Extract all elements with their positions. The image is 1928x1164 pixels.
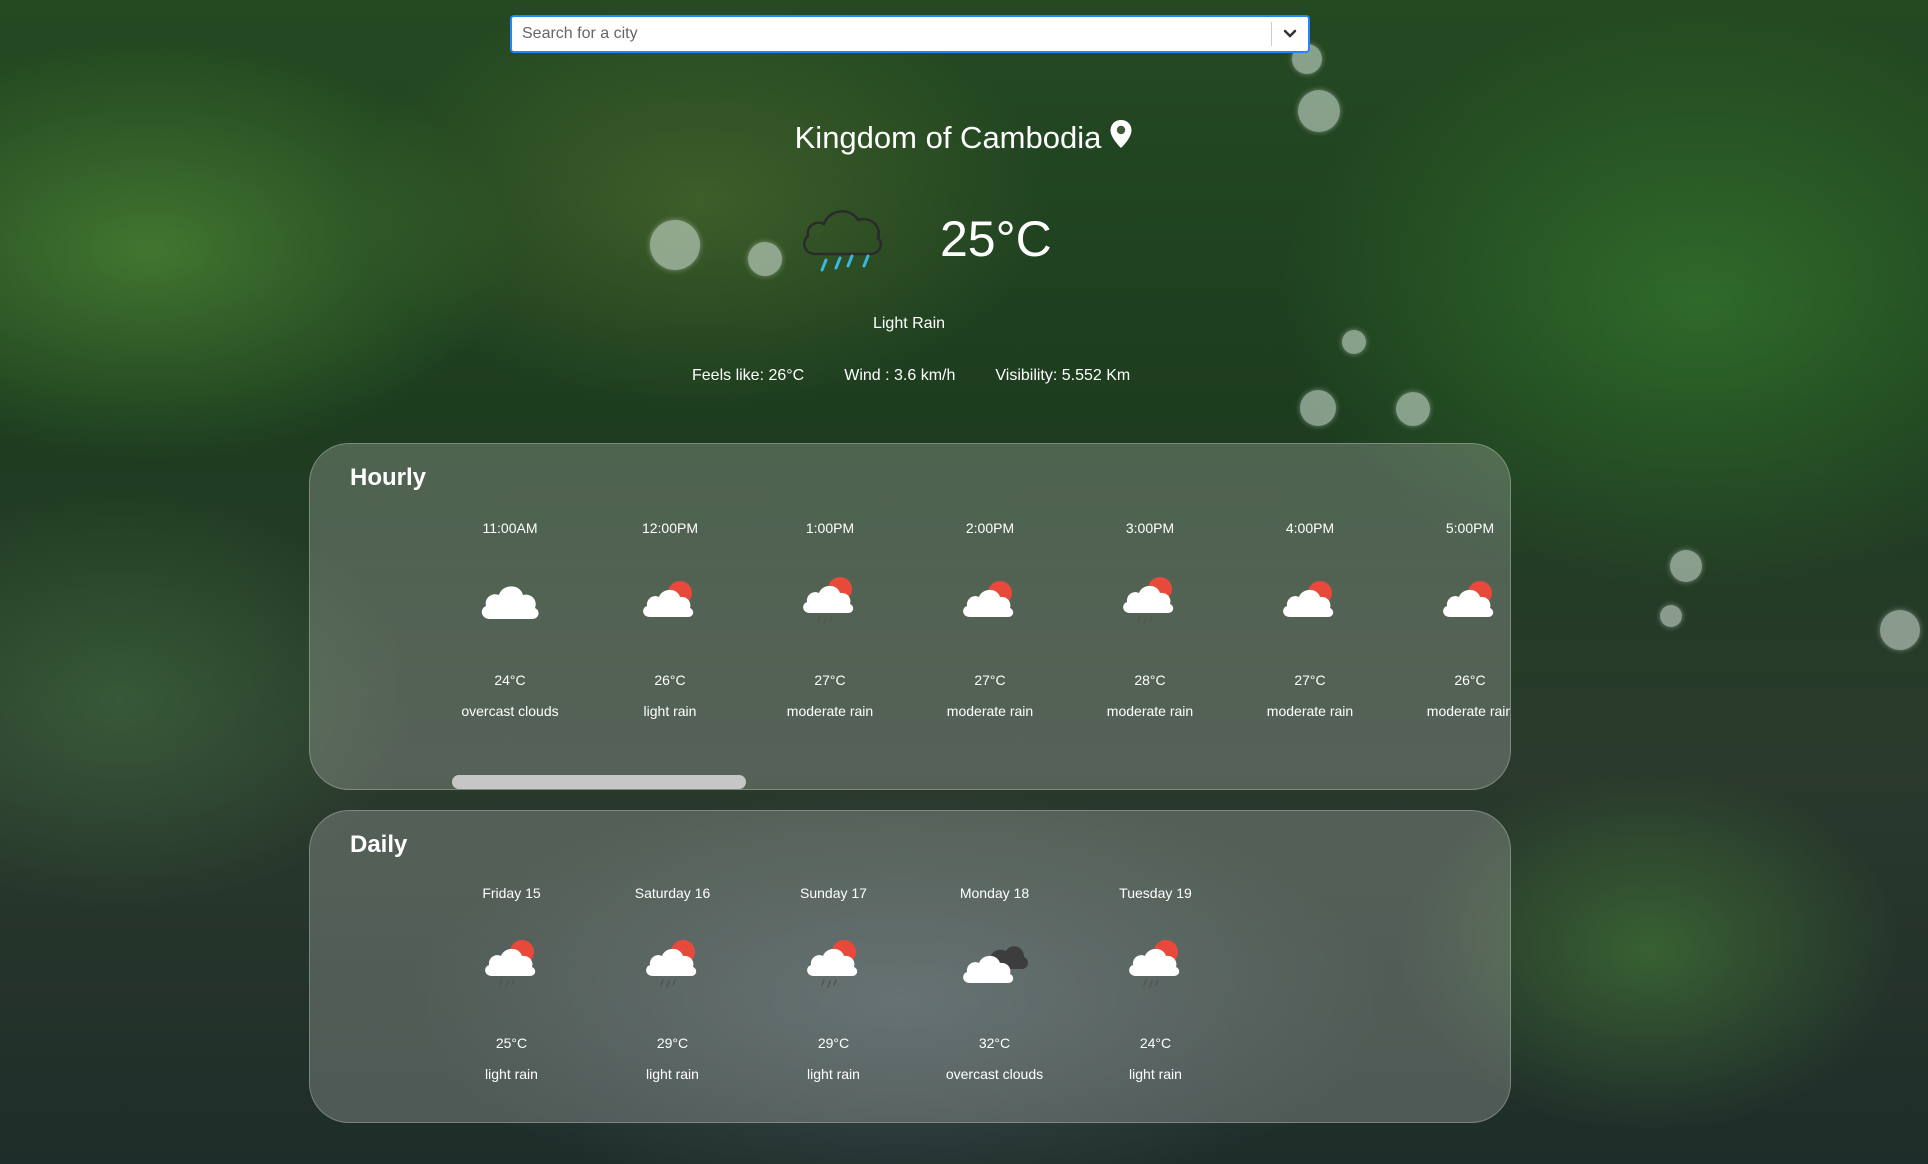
daily-desc: light rain	[1129, 1066, 1182, 1082]
hourly-item: 1:00PM 27°C moderate rain	[750, 518, 910, 720]
hourly-desc: light rain	[643, 703, 697, 719]
dark-clouds-icon	[914, 901, 1075, 1027]
cloud-icon	[430, 538, 590, 664]
hourly-time: 2:00PM	[965, 520, 1015, 536]
background-droplet	[1660, 605, 1682, 627]
hourly-desc: moderate rain	[1266, 703, 1354, 719]
daily-temp: 29°C	[817, 1035, 850, 1051]
hourly-time: 3:00PM	[1125, 520, 1175, 536]
wind-speed: Wind : 3.6 km/h	[844, 367, 956, 384]
hourly-time: 5:00PM	[1445, 520, 1495, 536]
sun-cloud-rain-icon	[750, 538, 910, 664]
daily-item: Tuesday 19 24°C light rain	[1075, 885, 1236, 1083]
daily-day: Monday 18	[959, 885, 1030, 901]
hourly-item: 2:00PM 27°C moderate rain	[910, 518, 1070, 720]
hourly-forecast-card: Hourly 11:00AM 24°C overcast clouds 12:0…	[309, 443, 1511, 790]
sun-cloud-rain-icon	[1075, 901, 1236, 1027]
sun-cloud-icon	[590, 538, 750, 664]
hourly-desc: overcast clouds	[461, 703, 559, 719]
daily-day: Tuesday 19	[1119, 885, 1192, 901]
visibility: Visibility: 5.552 Km	[995, 367, 1131, 384]
search-input[interactable]	[512, 17, 1271, 51]
current-stats: Feels like: 26°C Wind : 3.6 km/h Visibil…	[692, 367, 1130, 385]
sun-cloud-rain-icon	[753, 901, 914, 1027]
daily-list: Friday 15 25°C light rain Saturday 16 29…	[431, 885, 1236, 1083]
sun-cloud-icon	[910, 538, 1070, 664]
hourly-temp: 27°C	[974, 672, 1006, 688]
background-droplet	[748, 242, 782, 276]
hourly-desc: moderate rain	[786, 703, 874, 719]
sun-cloud-icon	[1230, 538, 1390, 664]
daily-item: Sunday 17 29°C light rain	[753, 885, 914, 1083]
hourly-temp: 24°C	[494, 672, 526, 688]
hourly-item: 11:00AM 24°C overcast clouds	[430, 518, 590, 720]
hourly-temp: 28°C	[1134, 672, 1166, 688]
map-pin-icon	[1109, 119, 1133, 157]
daily-temp: 25°C	[495, 1035, 528, 1051]
hourly-temp: 27°C	[1294, 672, 1326, 688]
hourly-desc: moderate rain	[1106, 703, 1194, 719]
rain-cloud-icon	[798, 196, 886, 281]
background-droplet	[1342, 330, 1366, 354]
daily-temp: 24°C	[1139, 1035, 1172, 1051]
sun-cloud-rain-icon	[431, 901, 592, 1027]
location-title: Kingdom of Cambodia	[0, 118, 1928, 157]
daily-forecast-card: Daily Friday 15 25°C light rain Saturday…	[309, 810, 1511, 1123]
hourly-desc: moderate rain	[1426, 703, 1511, 719]
chevron-down-icon[interactable]	[1272, 17, 1308, 51]
hourly-item: 3:00PM 28°C moderate rain	[1070, 518, 1230, 720]
hourly-item: 12:00PM 26°C light rain	[590, 518, 750, 720]
daily-title: Daily	[350, 831, 408, 858]
hourly-temp: 26°C	[1454, 672, 1486, 688]
sun-cloud-icon	[1390, 538, 1510, 664]
background-droplet	[1670, 550, 1702, 582]
daily-desc: light rain	[646, 1066, 699, 1082]
daily-day: Saturday 16	[634, 885, 711, 901]
daily-temp: 32°C	[978, 1035, 1011, 1051]
current-description: Light Rain	[872, 315, 946, 332]
feels-like: Feels like: 26°C	[692, 367, 805, 384]
daily-item: Saturday 16 29°C light rain	[592, 885, 753, 1083]
sun-cloud-rain-icon	[1070, 538, 1230, 664]
hourly-time: 4:00PM	[1285, 520, 1335, 536]
hourly-title: Hourly	[350, 464, 427, 491]
background-droplet	[1396, 392, 1430, 426]
hourly-item: 5:00PM 26°C moderate rain	[1390, 518, 1511, 720]
hourly-temp: 26°C	[654, 672, 686, 688]
location-name: Kingdom of Cambodia	[794, 119, 1102, 155]
background-droplet	[650, 220, 700, 270]
hourly-time: 11:00AM	[482, 520, 538, 536]
daily-item: Friday 15 25°C light rain	[431, 885, 592, 1083]
background-droplet	[1880, 610, 1920, 650]
daily-desc: overcast clouds	[945, 1066, 1044, 1082]
sun-cloud-rain-icon	[592, 901, 753, 1027]
hourly-desc: moderate rain	[946, 703, 1034, 719]
hourly-time: 1:00PM	[805, 520, 855, 536]
current-temperature: 25°C	[940, 211, 1052, 267]
daily-desc: light rain	[807, 1066, 860, 1082]
background-droplet	[1300, 390, 1336, 426]
hourly-scrollbar[interactable]	[452, 775, 746, 789]
hourly-time: 12:00PM	[641, 520, 699, 536]
daily-desc: light rain	[485, 1066, 538, 1082]
hourly-item: 4:00PM 27°C moderate rain	[1230, 518, 1390, 720]
daily-day: Sunday 17	[800, 885, 867, 901]
hourly-list[interactable]: 11:00AM 24°C overcast clouds 12:00PM 26°…	[430, 518, 1511, 720]
daily-day: Friday 15	[482, 885, 541, 901]
daily-item: Monday 18 32°C overcast clouds	[914, 885, 1075, 1083]
city-search-select[interactable]	[510, 15, 1310, 53]
hourly-temp: 27°C	[814, 672, 846, 688]
daily-temp: 29°C	[656, 1035, 689, 1051]
